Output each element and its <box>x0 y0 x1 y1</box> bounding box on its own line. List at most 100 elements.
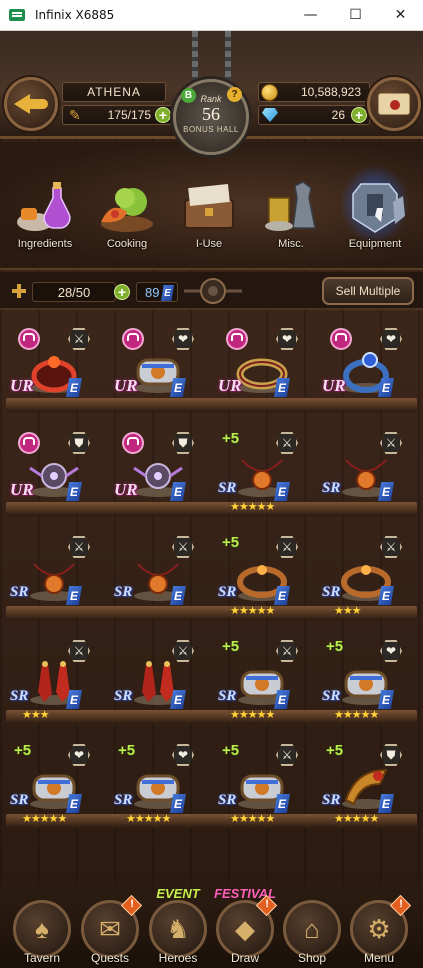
nav-label: Heroes <box>158 951 198 965</box>
nav-tavern[interactable]: ♠ Tavern <box>9 900 75 966</box>
nav-label: Quests <box>90 951 129 965</box>
nav-quests[interactable]: ✉Quests <box>77 894 143 966</box>
maximize-button[interactable]: ☐ <box>333 0 378 31</box>
tab-ingredients[interactable]: Ingredients <box>6 178 84 270</box>
shelf-row: ⚔ SR E ★★★ ⚔ SR E +5 ⚔ SR E ★★★★★ +5 ❤ SR E ★★★★★ <box>0 628 423 730</box>
nav-shop[interactable]: ⌂ Shop <box>279 900 345 966</box>
tab-label: Equipment <box>348 238 402 250</box>
tab-cooking[interactable]: Cooking <box>88 178 166 270</box>
add-stamina-button[interactable]: + <box>155 107 171 123</box>
equipment-grid: ⚔ UR E ❤ UR E ❤ UR E ❤ UR E ⛊ UR E ⛊ UR E +5 ⚔ SR E ★★★★★ ⚔ SR E ⚔… <box>0 312 423 872</box>
rarity-badge: UR <box>114 480 138 499</box>
equipment-slot[interactable]: ❤ UR E <box>212 316 312 414</box>
upgrade-level: +5 <box>14 742 32 759</box>
window-title: Infinix X6885 <box>35 8 115 22</box>
equipment-slot[interactable]: ⚔ UR E <box>4 316 104 414</box>
gold-coin-icon <box>261 84 278 101</box>
rarity-badge: SR <box>114 792 133 808</box>
rarity-badge: SR <box>114 688 133 704</box>
upgrade-level: +5 <box>326 742 344 759</box>
back-arrow-icon <box>14 93 48 115</box>
add-gems-button[interactable]: + <box>351 107 367 123</box>
gem-icon <box>262 108 278 122</box>
rarity-badge: SR <box>10 584 29 600</box>
rarity-badge: UR <box>322 376 346 395</box>
inventory-header: ATHENA ✎ 175/175 + Rank 56 BONUS HALL B … <box>0 31 423 155</box>
rarity-badge: SR <box>322 480 341 496</box>
equipment-slot[interactable]: ❤ UR E <box>316 316 416 414</box>
nav-draw[interactable]: ◆FESTIVALDraw <box>212 886 278 966</box>
equipment-slot[interactable]: +5 ❤ SR E ★★★★★ <box>316 628 416 726</box>
potion-icon <box>17 182 71 231</box>
window-titlebar: Infinix X6885 — ☐ ✕ <box>0 0 423 31</box>
capacity-count: 28/50 <box>32 282 116 302</box>
envelope-icon <box>378 93 410 115</box>
rank-label: Rank <box>200 94 222 104</box>
gold-value: 10,588,923 <box>300 85 361 99</box>
star-rating: ★★★★★ <box>230 709 275 721</box>
tab-label: I-Use <box>195 238 223 250</box>
tab-equipment[interactable]: Equipment <box>336 164 414 270</box>
shelf-row: ⛊ UR E ⛊ UR E +5 ⚔ SR E ★★★★★ ⚔ SR E <box>0 420 423 522</box>
star-rating: ★★★★★ <box>22 813 67 825</box>
tab-label: Ingredients <box>17 238 73 250</box>
rarity-badge: SR <box>322 792 341 808</box>
rarity-badge: SR <box>322 584 341 600</box>
gem-value: 26 <box>331 108 345 122</box>
rarity-badge: SR <box>218 480 237 496</box>
nav-heroes[interactable]: ♞ EVENT Heroes <box>145 886 211 966</box>
star-rating: ★★★ <box>22 709 50 721</box>
stamina-value: 175/175 <box>107 108 151 122</box>
game-screen: ATHENA ✎ 175/175 + Rank 56 BONUS HALL B … <box>0 31 423 968</box>
expand-capacity-button[interactable]: + <box>114 284 130 300</box>
equipment-slot[interactable]: +5 ⚔ SR E ★★★★★ <box>212 732 312 830</box>
minimize-button[interactable]: — <box>288 0 333 31</box>
rarity-badge: SR <box>218 584 237 600</box>
bonus-b-icon[interactable]: B <box>181 88 196 103</box>
rarity-badge: SR <box>10 688 29 704</box>
equipment-slot[interactable]: ⚔ SR E ★★★ <box>316 524 416 622</box>
close-button[interactable]: ✕ <box>378 0 423 31</box>
player-name: ATHENA <box>62 82 166 102</box>
equipment-slot[interactable]: ⛊ UR E <box>4 420 104 518</box>
tab-misc[interactable]: Misc. <box>252 178 330 270</box>
upgrade-level: +5 <box>222 638 240 655</box>
equipment-slot[interactable]: +5 ⚔ SR E ★★★★★ <box>212 420 312 518</box>
tab-label: Cooking <box>106 238 148 250</box>
bottom-navigation: ♠Tavern✉Quests♞EVENTHeroes◆FESTIVALDraw⌂… <box>0 872 423 968</box>
equipment-slot[interactable]: ⚔ SR E <box>4 524 104 622</box>
equipment-slot[interactable]: ⚔ SR E ★★★ <box>4 628 104 726</box>
rarity-badge: UR <box>218 376 242 395</box>
helmet-icon: ♞ <box>149 900 207 958</box>
equipment-slot[interactable]: +5 ❤ SR E ★★★★★ <box>108 732 208 830</box>
stamina-icon: ✎ <box>69 107 81 123</box>
tab-i-use[interactable]: I-Use <box>170 178 248 270</box>
food-icon <box>101 188 153 232</box>
back-button[interactable] <box>4 77 58 131</box>
armor-icon <box>352 183 405 233</box>
rarity-badge: SR <box>322 688 341 704</box>
nav-menu[interactable]: ⚙Menu <box>346 894 412 966</box>
equipment-slot[interactable]: ⚔ SR E <box>108 524 208 622</box>
equipment-slot[interactable]: ⚔ SR E <box>108 628 208 726</box>
equipment-slot[interactable]: ⛊ UR E <box>108 420 208 518</box>
shelf-row: +5 ❤ SR E ★★★★★ +5 ❤ SR E ★★★★★ +5 ⚔ SR E ★★★★★ +5 ⛊ SR E ★… <box>0 732 423 834</box>
sell-multiple-button[interactable]: Sell Multiple <box>322 277 414 305</box>
equipment-slot[interactable]: +5 ⚔ SR E ★★★★★ <box>212 524 312 622</box>
star-rating: ★★★★★ <box>126 813 171 825</box>
equipment-count-value: 89 <box>145 284 160 300</box>
equipment-slot[interactable]: +5 ⚔ SR E ★★★★★ <box>212 628 312 726</box>
equipment-slot[interactable]: ❤ UR E <box>108 316 208 414</box>
upgrade-level: +5 <box>326 638 344 655</box>
star-rating: ★★★★★ <box>230 501 275 513</box>
equipment-slot[interactable]: +5 ❤ SR E ★★★★★ <box>4 732 104 830</box>
nav-label: Shop <box>297 951 327 965</box>
capacity-icon <box>12 284 26 298</box>
star-rating: ★★★★★ <box>334 813 379 825</box>
equipment-slot[interactable]: ⚔ SR E <box>316 420 416 518</box>
help-icon[interactable]: ? <box>227 87 242 102</box>
mail-button[interactable] <box>367 77 421 131</box>
misc-icon <box>265 181 316 231</box>
rarity-badge: SR <box>114 584 133 600</box>
equipment-slot[interactable]: +5 ⛊ SR E ★★★★★ <box>316 732 416 830</box>
